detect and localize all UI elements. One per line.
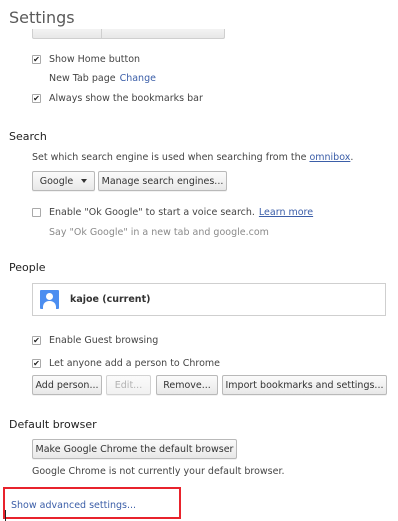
search-engine-select[interactable]: Google — [32, 171, 95, 191]
anyone-add-label: Let anyone add a person to Chrome — [49, 358, 221, 369]
page-title: Settings — [9, 8, 75, 27]
profile-name: kajoe (current) — [70, 294, 151, 305]
people-section-title: People — [9, 261, 46, 274]
show-home-button-row[interactable]: ✔ Show Home button — [32, 54, 140, 65]
bookmarks-bar-label: Always show the bookmarks bar — [49, 93, 203, 104]
ok-google-hint: Say "Ok Google" in a new tab and google.… — [49, 227, 269, 238]
omnibox-link[interactable]: omnibox — [309, 152, 350, 163]
manage-search-engines-button[interactable]: Manage search engines... — [98, 171, 227, 191]
chevron-down-icon — [81, 179, 88, 183]
search-description: Set which search engine is used when sea… — [32, 152, 353, 163]
search-engine-selected-value: Google — [39, 175, 74, 187]
ok-google-learn-more-link[interactable]: Learn more — [259, 207, 313, 218]
theme-buttons-partial[interactable] — [32, 29, 225, 39]
show-home-button-label: Show Home button — [49, 54, 141, 65]
ok-google-row[interactable]: Enable "Ok Google" to start a voice sear… — [32, 207, 313, 218]
avatar-body — [43, 301, 56, 309]
ok-google-checkbox[interactable] — [32, 208, 41, 217]
anyone-add-checkbox[interactable]: ✔ — [32, 359, 41, 368]
remove-person-button[interactable]: Remove... — [156, 375, 218, 395]
avatar — [40, 290, 59, 309]
show-advanced-settings-link[interactable]: Show advanced settings... — [11, 500, 136, 511]
avatar-head — [46, 293, 53, 300]
import-bookmarks-button[interactable]: Import bookmarks and settings... — [222, 375, 387, 395]
default-browser-status: Google Chrome is not currently your defa… — [32, 466, 285, 477]
guest-browsing-checkbox[interactable]: ✔ — [32, 336, 41, 345]
show-home-button-checkbox[interactable]: ✔ — [32, 55, 41, 64]
guest-browsing-row[interactable]: ✔ Enable Guest browsing — [32, 335, 158, 346]
anyone-add-row[interactable]: ✔ Let anyone add a person to Chrome — [32, 358, 220, 369]
search-description-end: . — [350, 152, 354, 163]
search-section-title: Search — [9, 130, 47, 143]
edit-person-button[interactable]: Edit... — [106, 375, 151, 395]
home-page-text: New Tab page — [49, 73, 116, 84]
make-default-browser-button[interactable]: Make Google Chrome the default browser — [32, 439, 237, 459]
ok-google-label: Enable "Ok Google" to start a voice sear… — [49, 207, 255, 218]
bookmarks-bar-checkbox[interactable]: ✔ — [32, 94, 41, 103]
add-person-button[interactable]: Add person... — [32, 375, 102, 395]
profile-list[interactable]: kajoe (current) — [32, 283, 386, 316]
change-home-page-link[interactable]: Change — [120, 73, 156, 84]
bookmarks-bar-row[interactable]: ✔ Always show the bookmarks bar — [32, 93, 203, 104]
guest-browsing-label: Enable Guest browsing — [49, 335, 159, 346]
search-description-text: Set which search engine is used when sea… — [32, 152, 307, 163]
home-page-row: New Tab page Change — [49, 73, 156, 84]
button-separator — [101, 29, 102, 38]
default-browser-section-title: Default browser — [9, 418, 97, 431]
text-cursor-icon — [5, 510, 6, 521]
